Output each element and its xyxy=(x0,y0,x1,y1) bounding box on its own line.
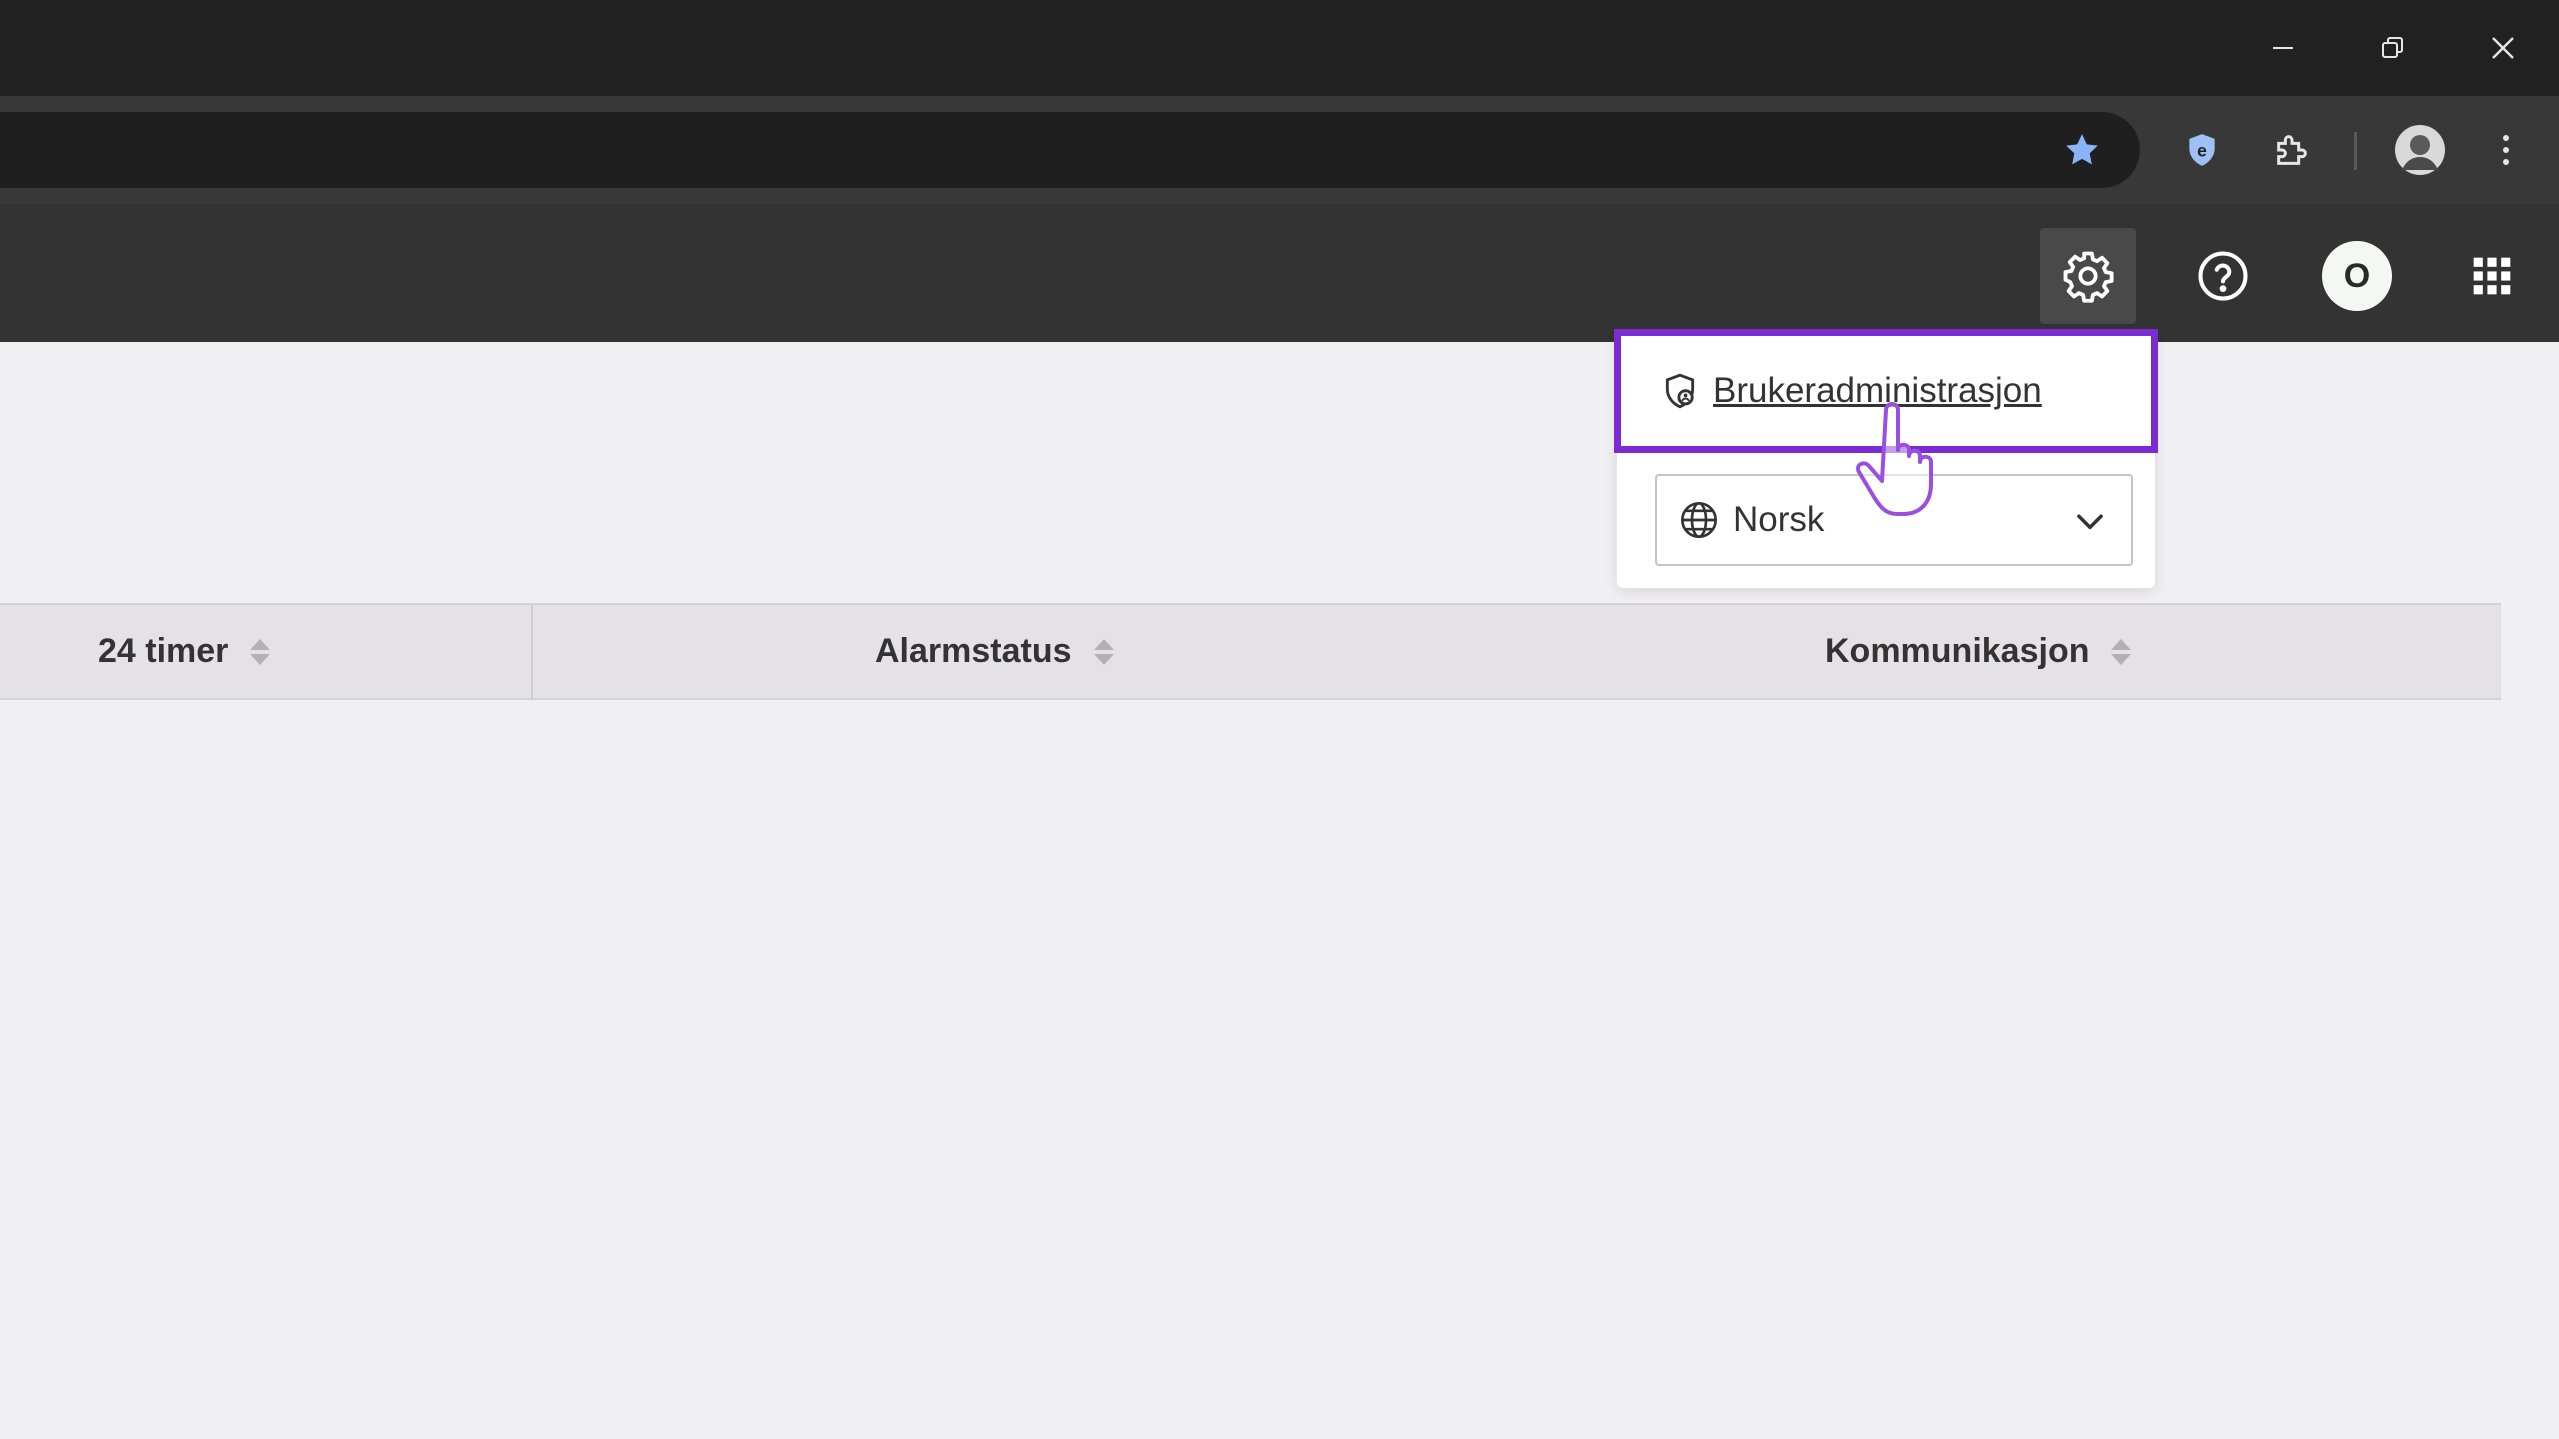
extensions-puzzle-icon xyxy=(2277,135,2307,165)
avatar: O xyxy=(2322,241,2392,311)
table-header: 24 timer Alarmstatus Kommunikasjon xyxy=(0,603,2501,700)
bookmark-button[interactable] xyxy=(2052,120,2112,180)
profile-avatar-icon xyxy=(2395,125,2445,175)
browser-menu-button[interactable] xyxy=(2476,120,2536,180)
chevron-down-icon xyxy=(2077,514,2103,530)
address-bar[interactable] xyxy=(0,112,2140,188)
column-divider xyxy=(531,605,533,698)
bookmark-star-icon xyxy=(2066,134,2098,165)
language-value: Norsk xyxy=(1733,500,1825,539)
help-icon xyxy=(2198,251,2248,301)
minimize-button[interactable] xyxy=(2253,22,2313,74)
column-header-24-timer[interactable]: 24 timer xyxy=(98,605,271,698)
svg-text:e: e xyxy=(2197,140,2207,160)
shield-extension-icon: e xyxy=(2189,134,2215,166)
column-header-alarmstatus[interactable]: Alarmstatus xyxy=(875,605,1114,698)
gear-icon xyxy=(2063,251,2114,303)
column-header-kommunikasjon[interactable]: Kommunikasjon xyxy=(1825,605,2132,698)
minimize-icon xyxy=(2273,47,2293,49)
column-header-label: 24 timer xyxy=(98,632,229,670)
apps-grid-icon xyxy=(2473,257,2511,295)
sort-icon[interactable] xyxy=(250,638,271,665)
settings-button[interactable] xyxy=(2040,228,2136,324)
sort-icon[interactable] xyxy=(2111,638,2132,665)
browser-titlebar xyxy=(0,0,2559,96)
extensions-button[interactable] xyxy=(2262,120,2322,180)
restore-icon xyxy=(2382,37,2403,58)
close-button[interactable] xyxy=(2473,22,2533,74)
user-avatar-button[interactable]: O xyxy=(2309,228,2405,324)
restore-button[interactable] xyxy=(2363,22,2423,74)
globe-icon xyxy=(1681,502,1717,538)
kebab-menu-icon xyxy=(2503,135,2509,165)
column-header-label: Alarmstatus xyxy=(875,632,1072,670)
hand-cursor-icon xyxy=(1856,402,1933,516)
profile-button[interactable] xyxy=(2390,120,2450,180)
extension-shield-button[interactable]: e xyxy=(2172,120,2232,180)
toolbar-separator xyxy=(2354,132,2357,170)
app-header: O xyxy=(0,204,2559,342)
column-header-label: Kommunikasjon xyxy=(1825,632,2090,670)
apps-button[interactable] xyxy=(2444,228,2540,324)
browser-toolbar: e xyxy=(0,96,2559,204)
sort-icon[interactable] xyxy=(1093,638,1114,665)
shield-user-icon xyxy=(1665,373,1695,409)
help-button[interactable] xyxy=(2175,228,2271,324)
close-icon xyxy=(2492,37,2514,59)
